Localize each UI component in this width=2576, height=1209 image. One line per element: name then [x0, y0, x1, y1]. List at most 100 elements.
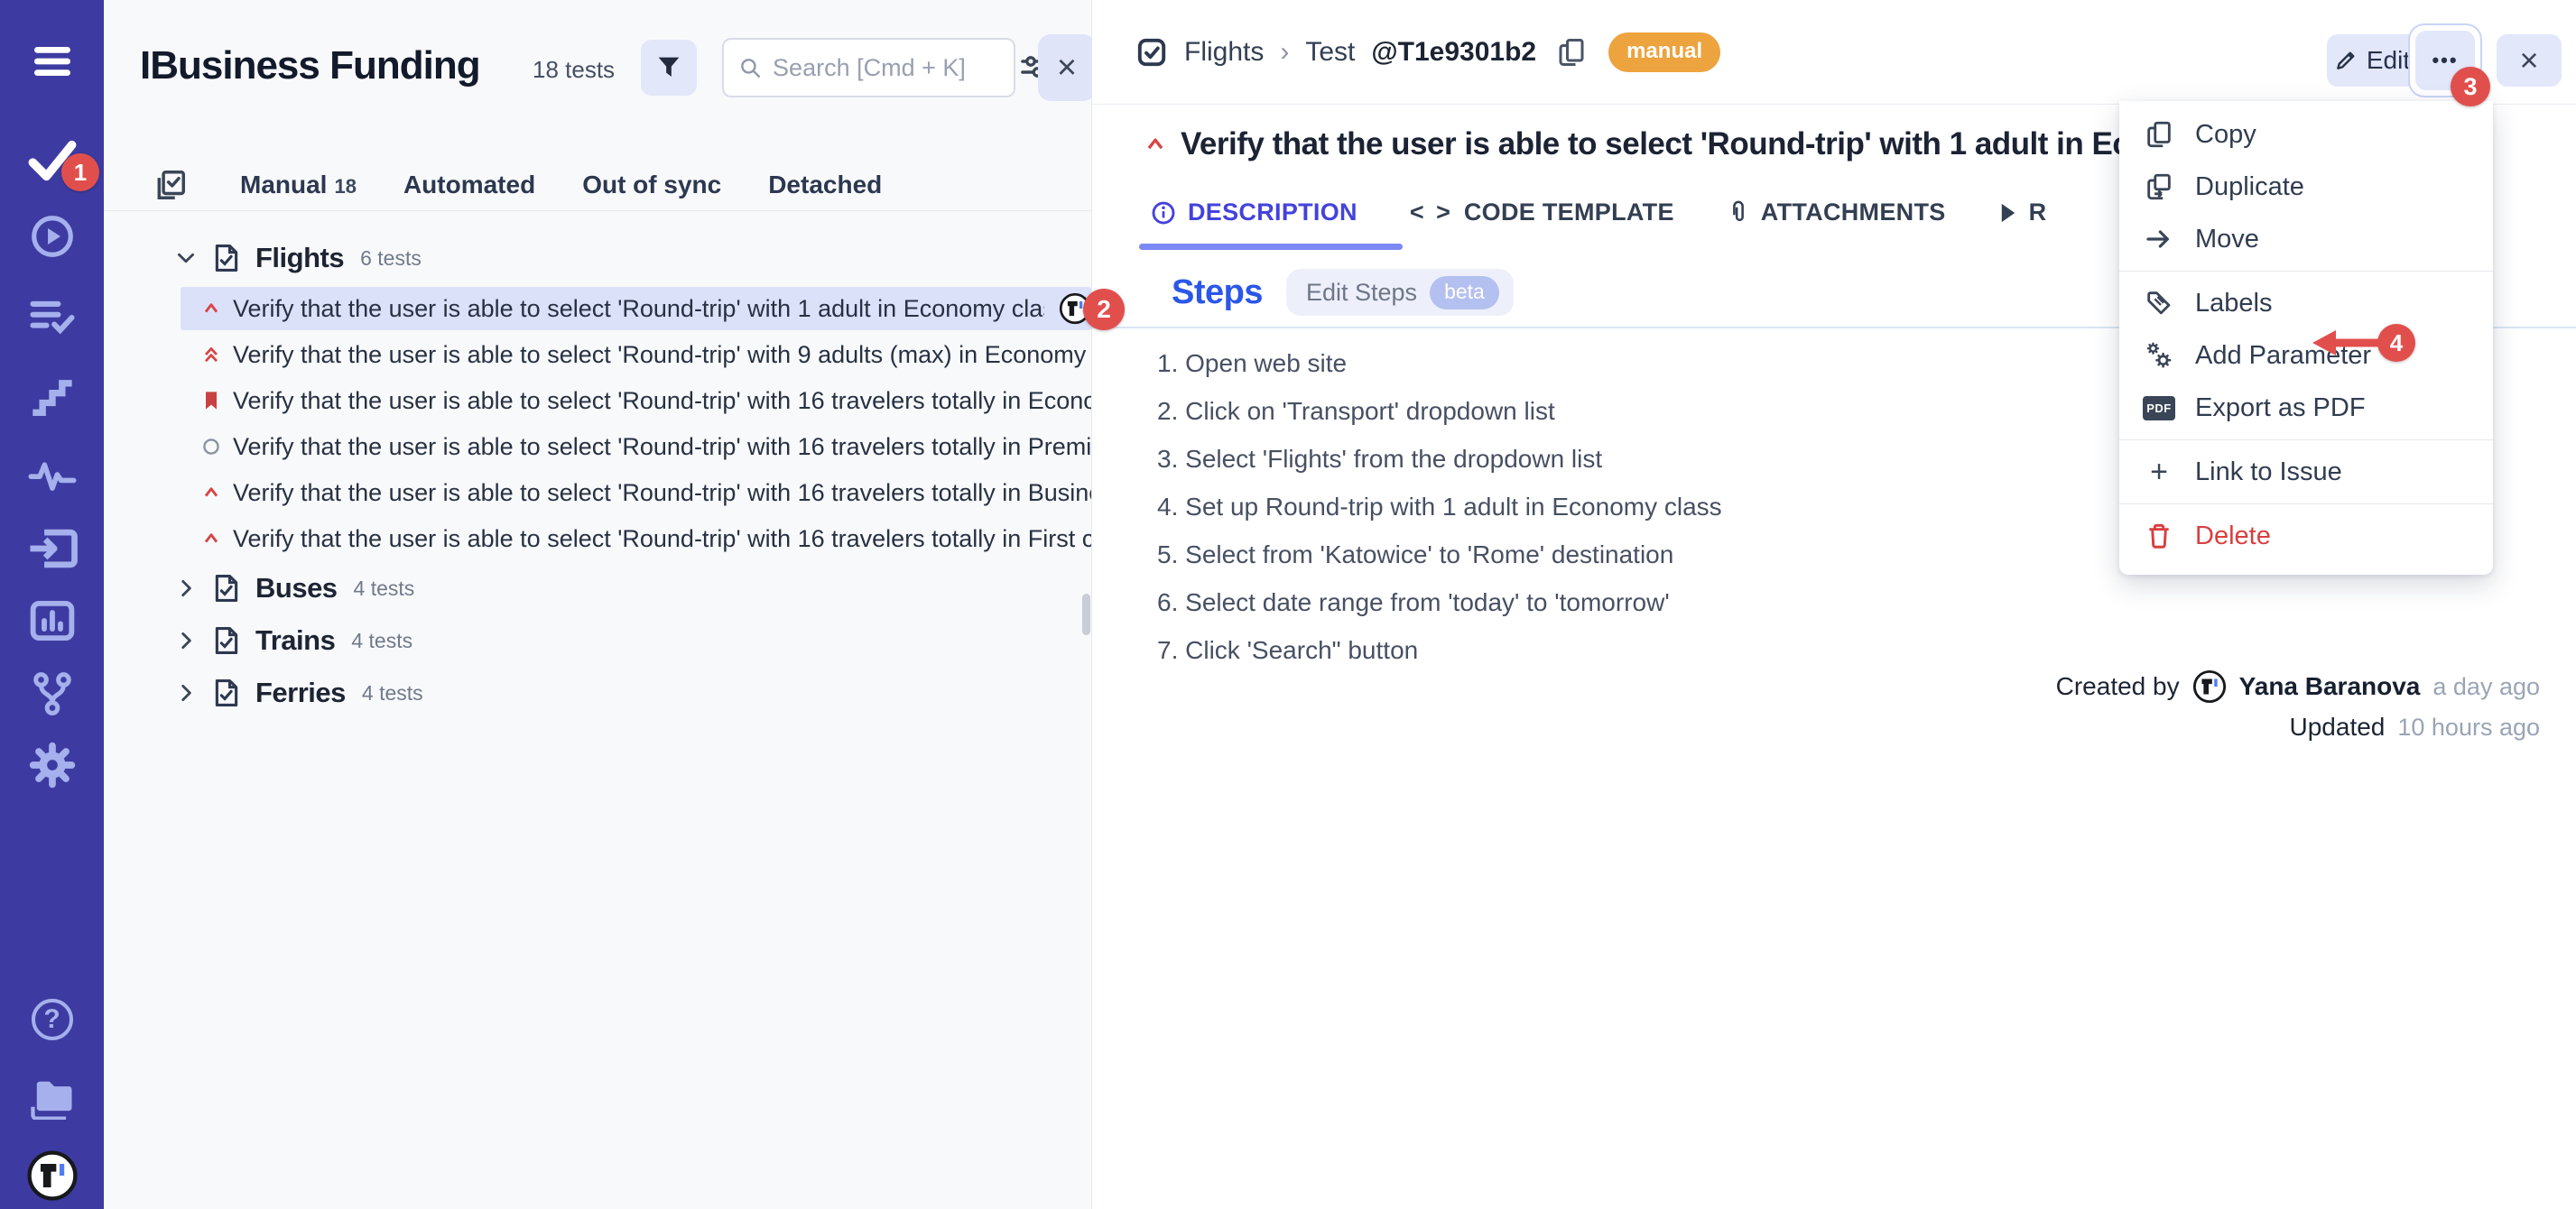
test-context-menu: Copy Duplicate Move Labels Add Parameter…: [2119, 101, 2493, 575]
step-item: Set up Round-trip with 1 adult in Econom…: [1157, 483, 1722, 531]
filter-button[interactable]: [641, 40, 697, 96]
suite-label: Flights: [255, 242, 344, 274]
menu-item-export-pdf[interactable]: PDF Export as PDF: [2119, 382, 2493, 434]
suite-row-flights[interactable]: Flights 6 tests: [104, 235, 1091, 281]
test-row[interactable]: Verify that the user is able to select '…: [181, 333, 1091, 376]
copy-id-icon[interactable]: [1556, 36, 1587, 69]
test-list-panel: IBusiness Funding 18 tests × Manual18 Au…: [104, 0, 1092, 1209]
import-icon[interactable]: [26, 526, 79, 571]
list-panel-header: IBusiness Funding 18 tests ×: [104, 0, 1091, 135]
edit-button[interactable]: Edit: [2327, 34, 2417, 87]
updated-label: Updated: [2290, 713, 2386, 742]
steps-heading: Steps: [1172, 273, 1263, 312]
pulse-activity-icon[interactable]: [27, 455, 78, 494]
suite-row-ferries[interactable]: Ferries 4 tests: [104, 669, 1091, 716]
detail-tabs: DESCRIPTION < > CODE TEMPLATE ATTACHMENT…: [1150, 198, 2046, 226]
close-detail-button[interactable]: ×: [2497, 34, 2562, 87]
projects-folder-icon[interactable]: [27, 1075, 78, 1120]
test-title: Verify that the user is able to select '…: [233, 387, 1091, 415]
suite-file-icon: [212, 573, 241, 604]
created-by-label: Created by: [2056, 672, 2180, 701]
test-row[interactable]: Verify that the user is able to select '…: [181, 517, 1091, 560]
info-icon: [1150, 199, 1177, 226]
updated-time: 10 hours ago: [2397, 714, 2540, 742]
priority-high-icon: [200, 482, 222, 503]
created-by-row: Created by Yana Baranova a day ago: [2056, 669, 2540, 704]
tab-manual[interactable]: Manual18: [240, 171, 357, 199]
duplicate-icon: [2143, 171, 2175, 202]
menu-item-labels[interactable]: Labels: [2119, 277, 2493, 329]
search-icon: [738, 54, 762, 81]
suite-count: 6 tests: [360, 246, 422, 271]
step-item: Click on 'Transport' dropdown list: [1157, 387, 1722, 435]
steps-header: Steps Edit Steps beta: [1172, 269, 1514, 316]
help-icon[interactable]: ?: [32, 999, 73, 1040]
menu-item-link-to-issue[interactable]: + Link to Issue: [2119, 446, 2493, 498]
suite-label: Trains: [255, 624, 335, 657]
list-scrollbar[interactable]: [1082, 594, 1090, 635]
branches-icon[interactable]: [28, 669, 77, 717]
tab-code-template[interactable]: < > CODE TEMPLATE: [1410, 198, 1674, 226]
test-title: Verify that the user is able to select '…: [233, 525, 1091, 553]
menu-item-copy[interactable]: Copy: [2119, 108, 2493, 161]
hamburger-menu-icon[interactable]: [29, 43, 76, 79]
step-item: Open web site: [1157, 339, 1722, 387]
suite-file-icon: [212, 625, 241, 656]
tab-detached[interactable]: Detached: [768, 171, 882, 199]
annotation-badge-1: 1: [61, 153, 99, 191]
tab-attachments[interactable]: ATTACHMENTS: [1727, 198, 1946, 226]
close-icon: ×: [1057, 49, 1077, 88]
plans-list-check-icon[interactable]: [27, 295, 78, 340]
tab-out-of-sync[interactable]: Out of sync: [582, 171, 721, 199]
list-tabs: Manual18 Automated Out of sync Detached: [104, 159, 1091, 211]
workspace-avatar[interactable]: [26, 1149, 79, 1202]
runs-play-icon[interactable]: [28, 212, 77, 261]
tab-run[interactable]: R: [1998, 198, 2047, 226]
test-row-selected[interactable]: Verify that the user is able to select '…: [181, 287, 1091, 330]
edit-steps-button[interactable]: Edit Steps beta: [1286, 269, 1514, 316]
app-root: { "colors": { "sidebar": "#3d3ba1", "acc…: [0, 0, 2576, 1209]
tab-automated[interactable]: Automated: [403, 171, 535, 199]
test-row[interactable]: Verify that the user is able to select '…: [181, 471, 1091, 514]
test-title: Verify that the user is able to select '…: [233, 341, 1091, 369]
bulk-edit-icon[interactable]: [153, 168, 188, 202]
trash-icon: [2143, 521, 2175, 550]
steps-stairs-icon[interactable]: [29, 375, 76, 419]
suite-row-buses[interactable]: Buses 4 tests: [104, 565, 1091, 612]
tag-icon: [2143, 289, 2175, 318]
test-title: Verify that the user is able to select '…: [233, 433, 1091, 461]
tab-description[interactable]: DESCRIPTION: [1150, 198, 1357, 226]
breadcrumb-suite[interactable]: Flights: [1184, 37, 1264, 68]
suite-label: Ferries: [255, 677, 346, 709]
suite-row-trains[interactable]: Trains 4 tests: [104, 617, 1091, 664]
priority-medium-icon: [200, 436, 222, 457]
pdf-icon: PDF: [2143, 396, 2175, 420]
close-list-panel-button[interactable]: ×: [1038, 34, 1096, 101]
search-box[interactable]: [722, 38, 1015, 97]
menu-item-move[interactable]: Move: [2119, 213, 2493, 265]
funnel-icon: [653, 52, 684, 83]
chevron-down-icon[interactable]: [174, 246, 198, 270]
tests-count: 18 tests: [533, 56, 615, 84]
analytics-chart-icon[interactable]: [28, 598, 77, 643]
menu-divider: [2119, 439, 2493, 440]
chevron-right-icon[interactable]: [174, 681, 198, 705]
test-row[interactable]: Verify that the user is able to select '…: [181, 425, 1091, 468]
suite-count: 4 tests: [362, 681, 423, 706]
breadcrumb-test-label: Test: [1305, 37, 1355, 68]
priority-highest-icon: [200, 344, 222, 365]
project-title: IBusiness Funding: [140, 43, 480, 88]
chevron-right-icon[interactable]: [174, 577, 198, 600]
chevron-right-icon[interactable]: [174, 629, 198, 652]
menu-item-duplicate[interactable]: Duplicate: [2119, 161, 2493, 213]
edit-label: Edit: [2367, 46, 2410, 75]
test-title: Verify that the user is able to select '…: [233, 479, 1091, 507]
status-badge: manual: [1608, 32, 1720, 72]
test-row[interactable]: Verify that the user is able to select '…: [181, 379, 1091, 422]
active-tab-underline: [1139, 244, 1403, 250]
menu-item-add-parameter[interactable]: Add Parameter: [2119, 329, 2493, 382]
settings-gear-icon[interactable]: [28, 741, 77, 789]
step-item: Select from 'Katowice' to 'Rome' destina…: [1157, 531, 1722, 578]
menu-item-delete[interactable]: Delete: [2119, 510, 2493, 562]
search-input[interactable]: [773, 54, 999, 82]
